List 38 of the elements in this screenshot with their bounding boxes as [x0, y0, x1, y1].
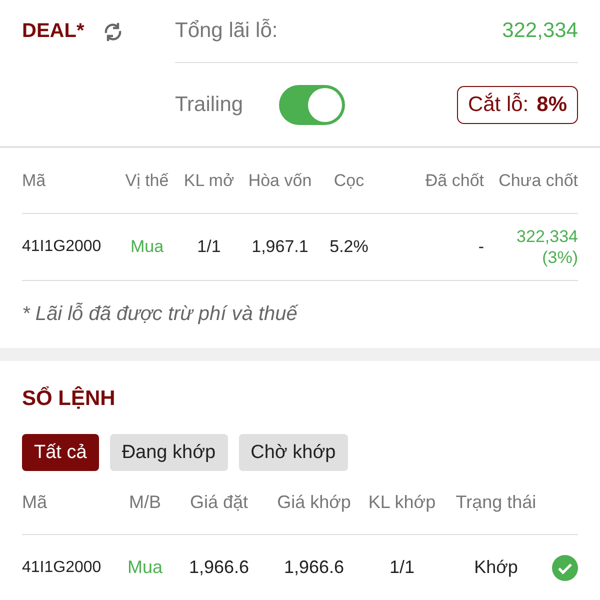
column-header: Mã	[22, 170, 47, 190]
section-title: SỔ LỆNH	[22, 385, 116, 412]
column-header: KL mở	[182, 170, 236, 190]
column-header: Hòa vốn	[247, 170, 313, 190]
footnote: * Lãi lỗ đã được trừ phí và thuế	[22, 302, 300, 327]
column-header: M/B	[128, 492, 162, 513]
total-pnl-label: Tổng lãi lỗ:	[175, 19, 278, 43]
table-cell-text: 5.2%	[328, 237, 370, 257]
table-cell-text: 1,966.6	[282, 557, 346, 578]
deal-title: DEAL*	[22, 20, 84, 43]
table-cell-text: 1/1	[388, 557, 416, 578]
column-header: Chưa chốt	[498, 170, 578, 190]
column-header: Trạng thái	[454, 492, 538, 513]
column-header: Giá khớp	[276, 492, 352, 513]
total-pnl-value: 322,334	[502, 19, 578, 43]
column-header: Vị thế	[124, 170, 170, 190]
filter-tab[interactable]: Chờ khớp	[238, 434, 348, 471]
column-header: Giá đặt	[188, 492, 250, 513]
column-header: KL khớp	[367, 492, 437, 513]
table-cell-text: -	[477, 237, 484, 257]
column-header: Cọc	[332, 170, 366, 190]
table-cell: (3%)	[542, 247, 578, 268]
filter-tab[interactable]: Tất cả	[22, 434, 99, 471]
trailing-label: Trailing	[175, 92, 244, 116]
column-header: Đã chốt	[424, 170, 484, 190]
filter-tab[interactable]: Đang khớp	[110, 434, 228, 471]
table-cell-text: 41I1G2000	[22, 238, 102, 256]
column-header: Mã	[22, 492, 48, 513]
table-cell-text: 1,966.6	[188, 557, 250, 578]
trailing-toggle[interactable]	[279, 84, 346, 124]
table-cell-text: 41I1G2000	[22, 558, 102, 576]
table-cell-text: Mua	[126, 557, 164, 578]
stop-loss-badge: Cắt lỗ: 8%	[456, 86, 578, 124]
table-cell-text: 1,967.1	[250, 237, 310, 257]
table-cell-text: 1/1	[196, 237, 222, 257]
table-cell: 322,334	[516, 226, 578, 247]
table-cell-text: Mua	[129, 237, 165, 257]
table-cell-text: Khớp	[473, 557, 519, 578]
